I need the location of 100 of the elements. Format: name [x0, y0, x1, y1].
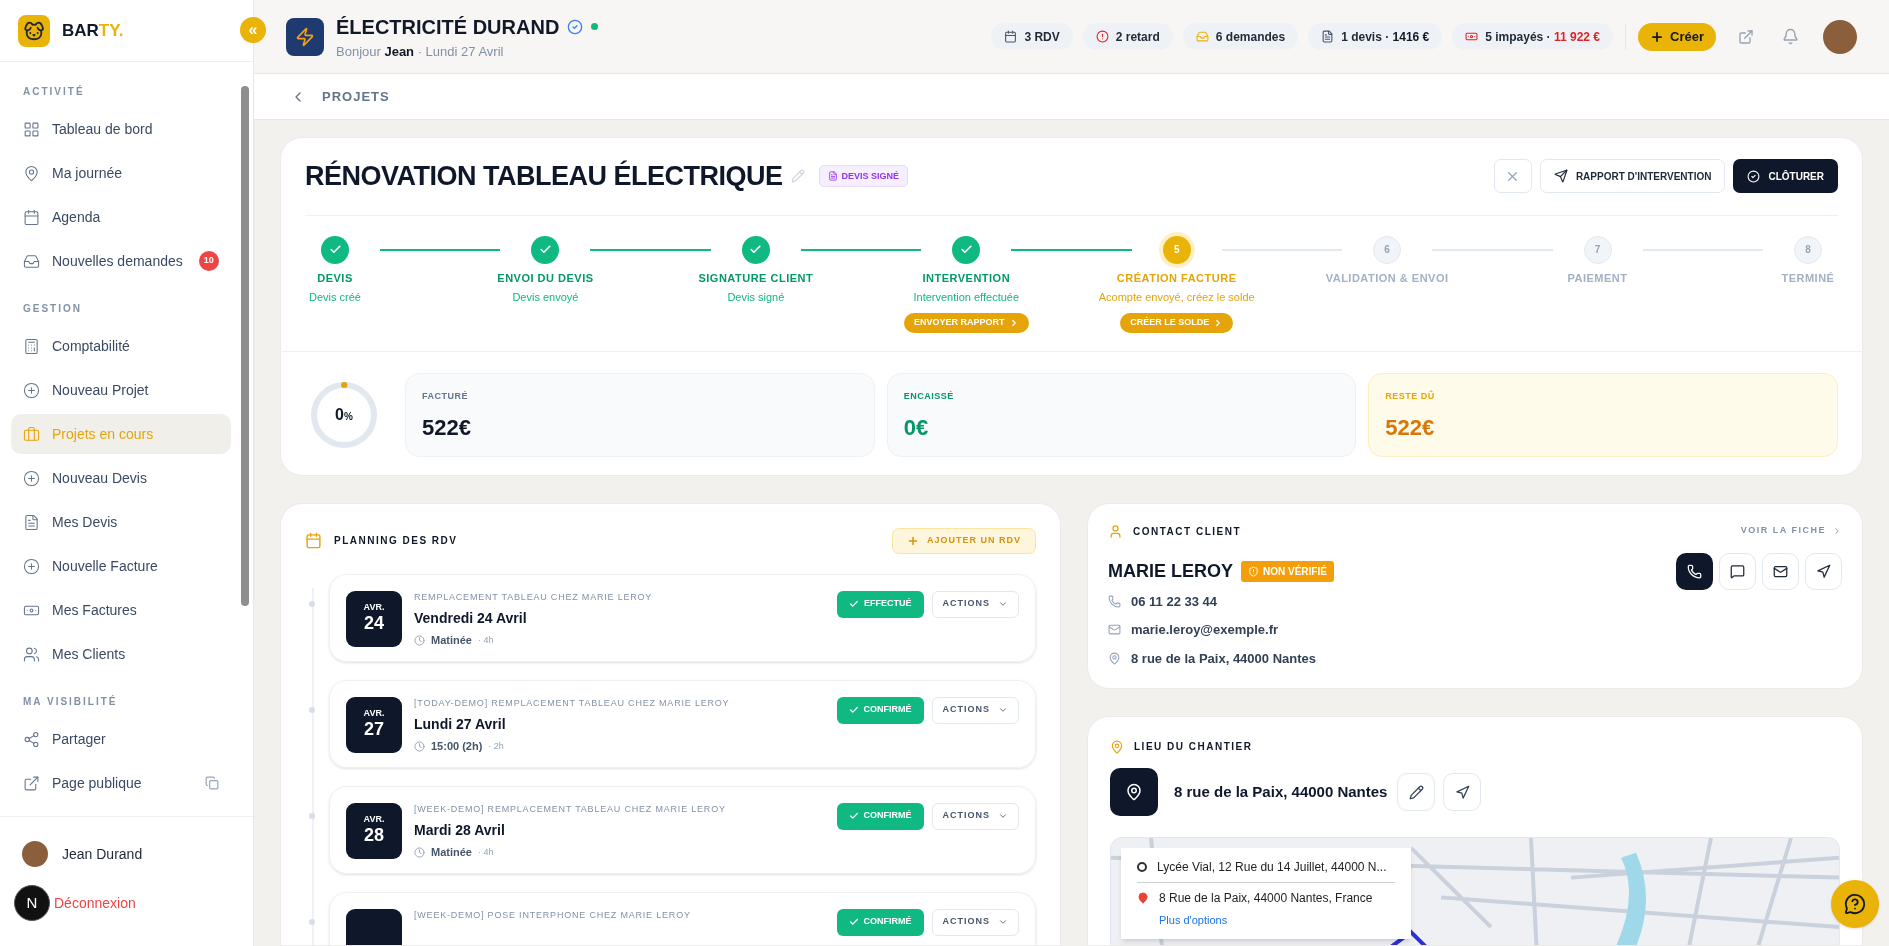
destination-address: 8 Rue de la Paix, 44000 Nantes, France: [1159, 890, 1373, 907]
nav-item[interactable]: Mes Clients: [11, 634, 231, 674]
edit-button[interactable]: [1397, 773, 1436, 811]
date-block: AVR. 27: [346, 696, 402, 753]
step-marker: 7: [1583, 235, 1612, 264]
actions-dropdown[interactable]: ACTIONS: [931, 908, 1019, 936]
create-button[interactable]: Créer: [1638, 22, 1716, 51]
actions-dropdown[interactable]: ACTIONS: [931, 590, 1019, 618]
more-options-link[interactable]: Plus d'options: [1159, 914, 1228, 926]
navigate-button[interactable]: [1805, 552, 1842, 590]
plus-icon: [907, 534, 919, 547]
map[interactable]: Lycée Vial, 12 Rue du 14 Juillet, 44000 N... 8 Rue de la Paix, 44000 Nantes, France Plus d'options: [1110, 837, 1840, 945]
appointment-card[interactable]: AVR. 24 REMPLACEMENT TABLEAU CHEZ MARIE LEROY Vendredi 24 Avril Matinée · 4h EFFECTUÉ ACTIONS: [329, 573, 1036, 662]
navigation-arrow-icon: [1816, 563, 1831, 579]
nav-item[interactable]: Ma journée: [11, 153, 231, 193]
actions-dropdown[interactable]: ACTIONS: [931, 696, 1019, 724]
destination-pin-icon: [1137, 892, 1149, 904]
users-icon: [23, 645, 40, 663]
user-icon: [1108, 523, 1123, 539]
nav-item[interactable]: Nouvelles demandes 10: [11, 241, 231, 281]
appointment-title: [WEEK-DEMO] POSE INTERPHONE CHEZ MARIE LEROY: [414, 908, 691, 922]
site-address: 8 rue de la Paix, 44000 Nantes: [1174, 781, 1388, 802]
appointment-card[interactable]: [WEEK-DEMO] POSE INTERPHONE CHEZ MARIE LEROY CONFIRMÉ ACTIONS: [329, 891, 1036, 945]
appointment-card[interactable]: AVR. 27 [TODAY-DEMO] REMPLACEMENT TABLEAU CHEZ MARIE LEROY Lundi 27 Avril 15:00 (2h) · 2h CONFIRMÉ ACTIONS: [329, 679, 1036, 768]
total-label: FACTURÉ: [422, 389, 469, 403]
briefcase-icon: [23, 425, 40, 443]
step-label: SIGNATURE CLIENT: [698, 270, 814, 286]
nav-label: Projets en cours: [52, 424, 154, 444]
document-icon: [827, 171, 838, 182]
appointment-title: [TODAY-DEMO] REMPLACEMENT TABLEAU CHEZ MARIE LEROY: [414, 696, 730, 710]
project-title: RÉNOVATION TABLEAU ÉLECTRIQUE: [305, 159, 783, 193]
nav-item[interactable]: Nouveau Devis: [11, 458, 231, 498]
check-icon: [848, 917, 859, 927]
message-button[interactable]: [1719, 552, 1756, 590]
check-circle-icon: [1747, 169, 1761, 183]
step-marker: 6: [1373, 235, 1402, 264]
check-icon: [959, 243, 973, 256]
step-label: TERMINÉ: [1781, 270, 1835, 286]
external-link-icon: [23, 774, 40, 792]
avatar[interactable]: [22, 841, 48, 867]
calendar-icon: [1004, 30, 1018, 43]
date-block: AVR. 28: [346, 802, 402, 859]
stat-chip[interactable]: 1 devis · 1416 €: [1308, 23, 1443, 50]
appointment-date: Vendredi 24 Avril: [414, 609, 528, 628]
breadcrumb-link[interactable]: PROJETS: [322, 86, 390, 107]
nav-label: Page publique: [52, 773, 142, 793]
card-title: CONTACT CLIENT: [1133, 524, 1242, 539]
send-icon: [1553, 169, 1568, 184]
pin-icon: [1108, 651, 1121, 665]
status-badge: EFFECTUÉ: [837, 590, 924, 618]
call-button[interactable]: [1676, 552, 1713, 590]
nav-item[interactable]: Mes Devis: [11, 502, 231, 542]
navigate-button[interactable]: [1443, 773, 1482, 811]
count-badge: 10: [198, 251, 219, 271]
chevron-down-icon: [998, 599, 1008, 609]
postal-address: 8 rue de la Paix, 44000 Nantes: [1131, 649, 1316, 668]
check-icon: [328, 243, 342, 256]
appointment-time: Matinée: [431, 845, 472, 860]
mail-icon: [1108, 623, 1121, 637]
email-address: marie.leroy@exemple.fr: [1131, 621, 1279, 639]
nav-item[interactable]: Partager: [11, 719, 231, 759]
shield-icon: [1248, 565, 1259, 577]
clock-icon: [414, 634, 425, 646]
pin-icon: [23, 164, 40, 182]
nav-label: Comptabilité: [52, 336, 130, 356]
phone-icon: [1687, 563, 1702, 579]
appointment-duration: · 4h: [477, 633, 494, 647]
phone-icon: [1108, 594, 1121, 608]
calculator-icon: [23, 337, 40, 355]
nav-item[interactable]: Nouveau Projet: [11, 370, 231, 410]
help-button[interactable]: [1831, 880, 1879, 928]
report-button[interactable]: RAPPORT D'INTERVENTION: [1539, 159, 1726, 194]
nav-item[interactable]: Nouvelle Facture: [11, 546, 231, 586]
progress-value: 0%: [335, 404, 353, 425]
appointment-card[interactable]: AVR. 28 [WEEK-DEMO] REMPLACEMENT TABLEAU CHEZ MARIE LEROY Mardi 28 Avril Matinée · 4h CONFIRMÉ ACTIONS: [329, 785, 1036, 874]
nav-item[interactable]: Mes Factures: [11, 590, 231, 630]
stat-chip[interactable]: 3 RDV: [991, 23, 1073, 50]
email-button[interactable]: [1762, 552, 1799, 590]
nav-label: Partager: [52, 729, 106, 749]
actions-dropdown[interactable]: ACTIONS: [931, 802, 1019, 830]
stat-chip[interactable]: 5 impayés · 11 922 €: [1452, 23, 1614, 50]
logout-link[interactable]: Déconnexion: [54, 892, 136, 914]
avatar[interactable]: [1823, 19, 1857, 54]
navigation-arrow-icon: [1454, 784, 1470, 800]
stat-chip[interactable]: 2 retard: [1082, 23, 1173, 50]
nav-item[interactable]: Tableau de bord: [11, 109, 231, 149]
client-name: MARIE LEROY: [1108, 559, 1233, 583]
card-title: LIEU DU CHANTIER: [1134, 740, 1253, 754]
origin-icon: [1137, 862, 1147, 872]
stat-chip[interactable]: 6 demandes: [1182, 23, 1299, 50]
pencil-icon: [1408, 784, 1424, 800]
finish-button[interactable]: CLÔTURER: [1733, 159, 1838, 194]
nav-item[interactable]: Page publique: [11, 763, 231, 803]
copy-icon[interactable]: [205, 776, 219, 790]
total-value: 522€: [422, 414, 472, 442]
chevron-down-icon: [998, 705, 1008, 715]
dev-indicator[interactable]: N: [14, 885, 50, 921]
nav-item[interactable]: Comptabilité: [11, 326, 231, 366]
nav-item[interactable]: Agenda: [11, 197, 231, 237]
scrollbar[interactable]: [241, 86, 249, 606]
